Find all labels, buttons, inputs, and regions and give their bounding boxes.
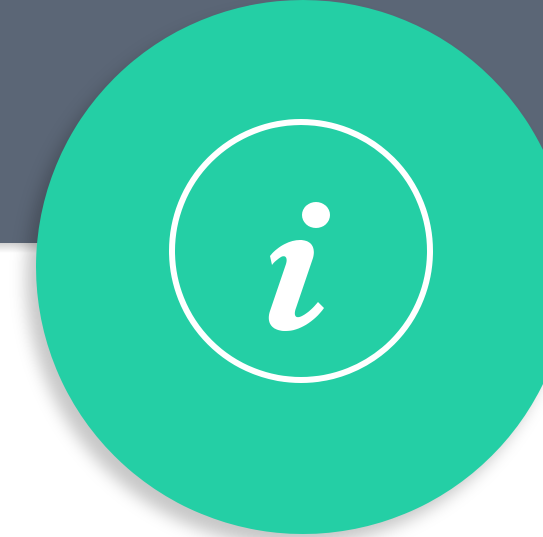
info-icon <box>169 119 433 383</box>
info-dialog <box>0 0 543 537</box>
